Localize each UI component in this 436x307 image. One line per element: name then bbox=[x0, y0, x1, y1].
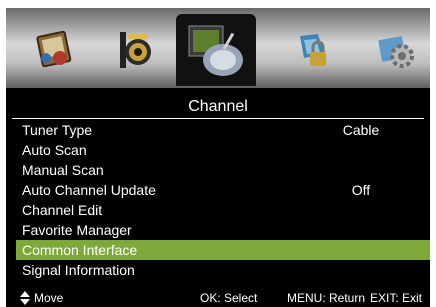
menu-item-auto-scan[interactable]: Auto Scan bbox=[6, 140, 430, 160]
menu-item-value: Cable bbox=[342, 122, 380, 138]
tab-sound[interactable] bbox=[106, 22, 162, 78]
tab-channel[interactable] bbox=[176, 14, 256, 86]
hint-ok-select: OK: Select bbox=[200, 291, 258, 305]
menu-item-label: Channel Edit bbox=[22, 202, 103, 218]
menu-item-value: Off bbox=[351, 182, 371, 198]
title-divider bbox=[12, 118, 424, 119]
menu-item-tuner-type[interactable]: Tuner Type Cable bbox=[6, 120, 430, 140]
page-title: Channel bbox=[188, 98, 248, 115]
menu-item-common-interface[interactable]: Common Interface bbox=[16, 240, 430, 260]
menu-tab-bar bbox=[6, 8, 430, 88]
menu-item-label: Signal Information bbox=[22, 262, 135, 278]
menu-item-label: Auto Scan bbox=[22, 142, 87, 158]
menu-item-label: Favorite Manager bbox=[22, 222, 132, 238]
menu-item-label: Auto Channel Update bbox=[22, 182, 156, 198]
menu-item-label: Tuner Type bbox=[22, 122, 93, 138]
picture-icon bbox=[36, 30, 72, 68]
hint-move: Move bbox=[34, 291, 64, 305]
sound-icon bbox=[120, 32, 151, 68]
menu-item-signal-information[interactable]: Signal Information bbox=[6, 260, 430, 280]
tv-menu-screen: Channel Tuner Type Cable Auto Scan Manua… bbox=[6, 8, 430, 307]
hint-exit: EXIT: Exit bbox=[370, 291, 423, 305]
menu-item-auto-channel-update[interactable]: Auto Channel Update Off bbox=[6, 180, 430, 200]
hint-menu-return: MENU: Return bbox=[287, 291, 366, 305]
menu-item-channel-edit[interactable]: Channel Edit bbox=[6, 200, 430, 220]
setup-icon bbox=[378, 36, 414, 68]
tab-picture[interactable] bbox=[26, 22, 82, 78]
tab-setup[interactable] bbox=[368, 22, 424, 78]
up-down-arrow-icon bbox=[20, 291, 30, 305]
lock-icon bbox=[300, 34, 326, 66]
key-hints-footer: Move OK: Select MENU: Return EXIT: Exit bbox=[6, 289, 430, 307]
tab-lock[interactable] bbox=[284, 22, 340, 78]
channel-icon bbox=[188, 25, 243, 76]
menu-item-manual-scan[interactable]: Manual Scan bbox=[6, 160, 430, 180]
channel-menu: Tuner Type Cable Auto Scan Manual Scan A… bbox=[6, 120, 430, 280]
menu-item-label: Common Interface bbox=[22, 242, 138, 258]
menu-item-favorite-manager[interactable]: Favorite Manager bbox=[6, 220, 430, 240]
menu-item-label: Manual Scan bbox=[22, 162, 104, 178]
